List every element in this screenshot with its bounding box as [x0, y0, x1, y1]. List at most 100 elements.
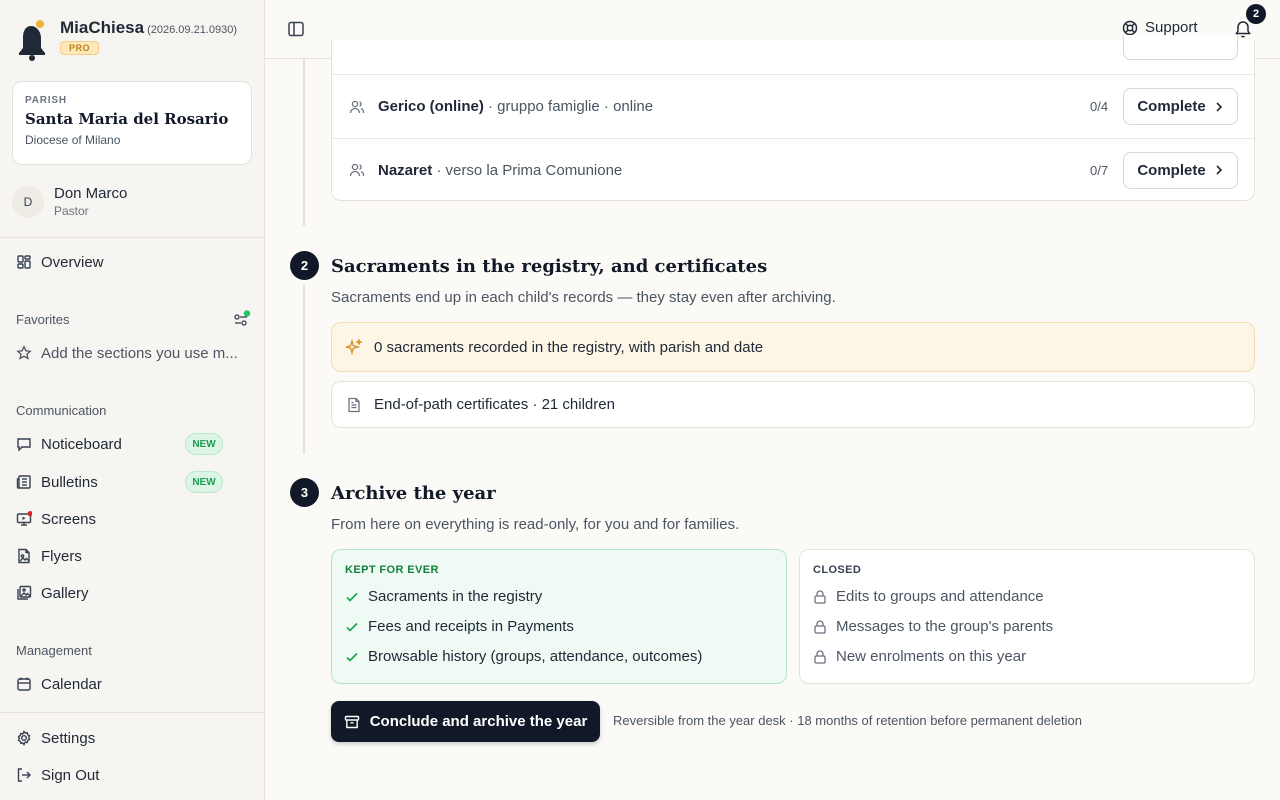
table-row: Nazaret · verso la Prima Comunione 0/7 C… [332, 138, 1254, 201]
lock-icon [814, 589, 826, 604]
communication-section-label: Communication [16, 403, 107, 418]
sidebar-item-screens[interactable]: Screens [16, 507, 96, 531]
step-number: 3 [290, 478, 319, 507]
divider [0, 712, 265, 713]
list-item: Sacraments in the registry [345, 587, 773, 606]
list-item-label: Browsable history (groups, attendance, o… [368, 648, 703, 665]
complete-label: Complete [1137, 98, 1206, 115]
list-item-label: Fees and receipts in Payments [368, 618, 574, 635]
favorites-section-label: Favorites [16, 312, 70, 327]
pro-badge: PRO [60, 41, 100, 55]
sidebar-item-bulletins[interactable]: Bulletins [16, 470, 98, 494]
archive-note: Reversible from the year desk · 18 month… [613, 713, 1082, 728]
list-item: Edits to groups and attendance [813, 587, 1241, 606]
parish-card[interactable]: PARISH Santa Maria del Rosario Diocese o… [12, 81, 252, 165]
user-profile[interactable]: D Don Marco Pastor [12, 185, 127, 218]
panel-heading: KEPT FOR EVER [345, 564, 439, 576]
parish-name: Santa Maria del Rosario [25, 110, 229, 128]
groups-card: Gerico (online) · gruppo famiglie · onli… [331, 35, 1255, 201]
sidebar-item-calendar[interactable]: Calendar [16, 672, 102, 696]
notification-count-badge: 2 [1246, 4, 1266, 24]
group-count: 0/4 [1090, 99, 1109, 114]
user-role: Pastor [54, 204, 89, 218]
sidebar-item-label: Settings [41, 729, 96, 747]
check-icon [346, 592, 358, 602]
monitor-icon [16, 511, 32, 526]
complete-button[interactable]: Complete [1123, 88, 1238, 125]
chevron-right-icon [1216, 101, 1222, 112]
users-icon [349, 100, 365, 113]
complete-button[interactable] [1123, 35, 1238, 60]
brand-version: (2026.09.21.0930) [147, 24, 238, 36]
sidebar-item-gallery[interactable]: Gallery [16, 581, 89, 605]
management-section-label: Management [16, 643, 92, 658]
list-item-label: Messages to the group's parents [836, 618, 1054, 635]
panel-heading: CLOSED [813, 564, 862, 576]
brand[interactable]: MiaChiesa (2026.09.21.0930) PRO [16, 18, 237, 62]
step-title: Sacraments in the registry, and certific… [331, 256, 768, 277]
sidebar-item-label: Noticeboard [41, 435, 122, 453]
sidebar-item-label: Flyers [41, 547, 82, 565]
avatar: D [12, 185, 44, 218]
sidebar-toggle-icon[interactable] [287, 20, 305, 38]
sidebar-item-label: Overview [41, 253, 104, 271]
step-title: Archive the year [331, 483, 496, 504]
group-count: 0/7 [1090, 162, 1109, 178]
sidebar-item-noticeboard[interactable]: Noticeboard [16, 432, 122, 456]
group-name: Nazaret [378, 161, 433, 179]
certificates-text: End-of-path certificates · 21 children [374, 396, 615, 413]
file-image-icon [18, 548, 30, 564]
divider [0, 237, 265, 238]
sidebar-item-overview[interactable]: Overview [16, 250, 104, 274]
parish-diocese: Diocese of Milano [25, 133, 121, 147]
sidebar-item-settings[interactable]: Settings [16, 726, 95, 750]
lock-icon [814, 649, 826, 664]
group-title: Nazaret · verso la Prima Comunione [378, 162, 622, 179]
new-badge: NEW [185, 471, 223, 493]
sidebar-item-label: Sign Out [41, 766, 100, 784]
group-name: Gerico (online) [378, 98, 484, 115]
favorites-hint[interactable]: Add the sections you use m... [16, 341, 238, 365]
bell-logo-icon [16, 18, 50, 62]
sidebar-item-signout[interactable]: Sign Out [16, 763, 99, 787]
timeline-line [303, 59, 305, 226]
support-button[interactable]: Support [1122, 19, 1198, 36]
sidebar-item-label: Bulletins [41, 473, 98, 491]
complete-label: Complete [1137, 161, 1206, 179]
sidebar-item-flyers[interactable]: Flyers [16, 544, 82, 568]
list-item-label: Edits to groups and attendance [836, 588, 1044, 605]
archive-button-label: Conclude and archive the year [369, 713, 588, 730]
kept-forever-panel: KEPT FOR EVER Sacraments in the registry… [331, 549, 787, 684]
message-square-icon [17, 438, 31, 452]
step-description: From here on everything is read-only, fo… [331, 516, 740, 533]
star-icon [16, 345, 32, 360]
file-text-icon [348, 397, 360, 412]
complete-button[interactable]: Complete [1123, 151, 1238, 189]
sidebar: MiaChiesa (2026.09.21.0930) PRO PARISH Sa… [0, 0, 265, 800]
archive-year-button[interactable]: Conclude and archive the year [331, 701, 600, 742]
lock-icon [814, 619, 826, 634]
log-out-icon [17, 768, 31, 782]
life-buoy-icon [1122, 20, 1138, 35]
list-item: Fees and receipts in Payments [345, 617, 773, 636]
sidebar-item-label: Calendar [41, 675, 102, 693]
sacraments-summary[interactable]: 0 sacraments recorded in the registry, w… [331, 322, 1255, 372]
step-number: 2 [290, 251, 319, 280]
sacraments-text: 0 sacraments recorded in the registry, w… [374, 338, 764, 356]
support-label: Support [1145, 19, 1198, 36]
group-title: Gerico (online) · gruppo famiglie · onli… [378, 98, 653, 115]
sidebar-item-label: Add the sections you use m... [41, 344, 238, 362]
new-badge: NEW [185, 433, 223, 455]
favorites-settings-icon[interactable] [233, 310, 253, 328]
list-item: Browsable history (groups, attendance, o… [345, 647, 773, 666]
group-detail: · verso la Prima Comunione [432, 161, 623, 179]
group-detail: · gruppo famiglie · online [483, 98, 654, 115]
brand-name: MiaChiesa [60, 18, 145, 37]
list-item-label: New enrolments on this year [836, 648, 1027, 665]
closed-panel: CLOSED Edits to groups and attendance Me… [799, 549, 1255, 684]
grid-icon [17, 255, 31, 269]
certificates-row[interactable]: End-of-path certificates · 21 children [331, 381, 1255, 428]
timeline-line [303, 284, 305, 454]
sparkles-icon [346, 339, 362, 355]
list-item: Messages to the group's parents [813, 617, 1241, 636]
